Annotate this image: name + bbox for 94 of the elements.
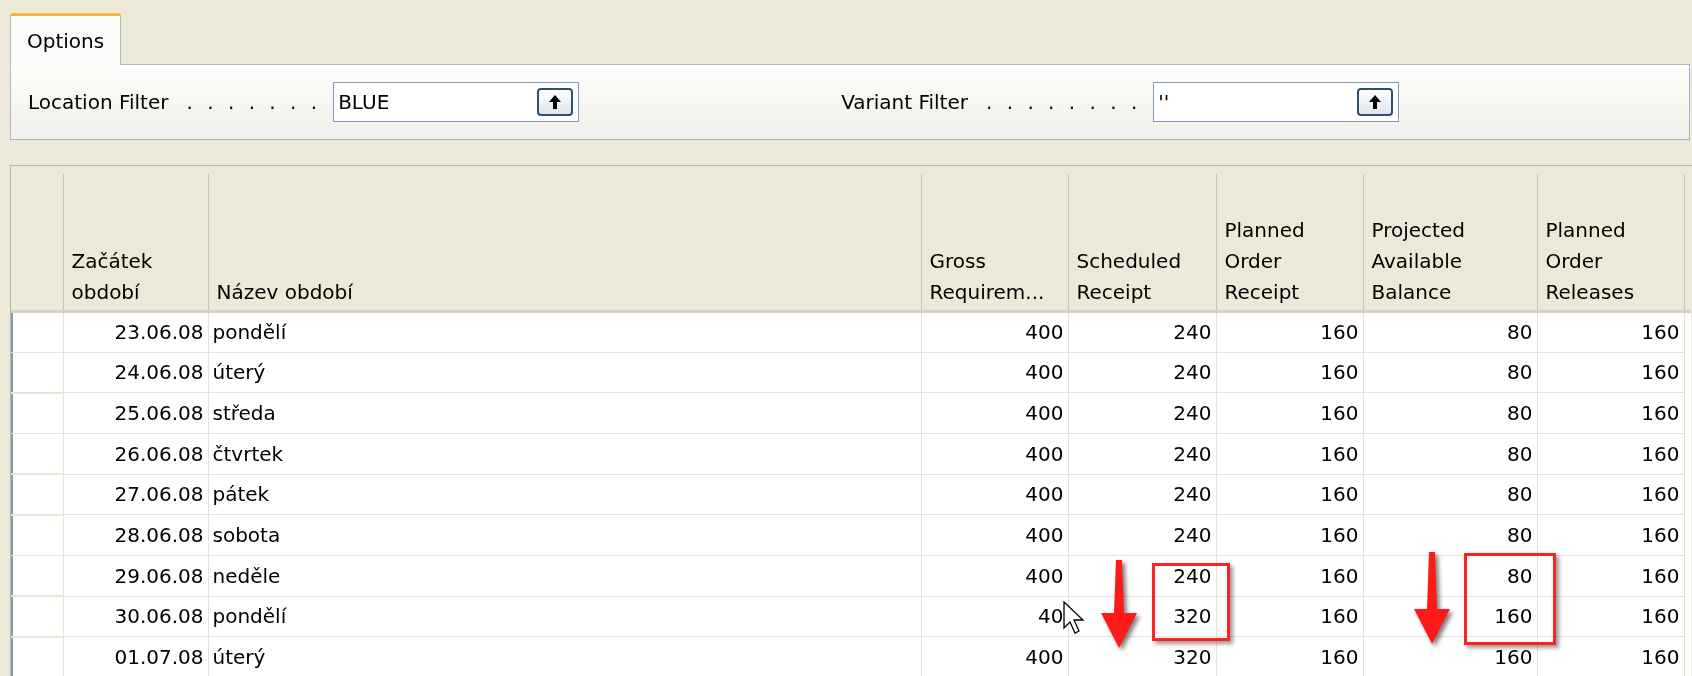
table-cell: 27.06.08 xyxy=(114,482,204,507)
table-cell: 240 xyxy=(1173,320,1212,344)
table-cell: 160 xyxy=(1320,482,1359,507)
table-cell: středa xyxy=(212,401,276,426)
table-cell: 80 xyxy=(1507,441,1533,466)
filter-field[interactable]: '' xyxy=(1153,82,1400,122)
row-selector[interactable] xyxy=(11,474,63,514)
row-selector[interactable] xyxy=(11,596,63,636)
row-selector[interactable] xyxy=(11,637,63,676)
column-header: Scheduled Receipt xyxy=(1076,247,1183,306)
table-cell: 160 xyxy=(1641,401,1680,426)
table-cell: 240 xyxy=(1173,441,1212,466)
row-selector[interactable] xyxy=(11,515,63,555)
table-cell: 400 xyxy=(1025,645,1064,670)
leader-dots: . . . . . . . . xyxy=(985,89,1142,116)
table-cell: 160 xyxy=(1641,563,1680,588)
table-cell: 160 xyxy=(1320,645,1359,670)
table-cell: 320 xyxy=(1173,604,1212,629)
table-cell: čtvrtek xyxy=(212,441,284,466)
table-cell: 25.06.08 xyxy=(114,401,204,426)
row-selector[interactable] xyxy=(11,393,63,433)
down-arrow-icon xyxy=(1100,560,1138,648)
table-cell: 320 xyxy=(1173,645,1212,670)
table-cell: 160 xyxy=(1641,482,1680,507)
row-selector[interactable] xyxy=(11,556,63,596)
table-cell: 01.07.08 xyxy=(114,645,204,670)
filter-label: Variant Filter xyxy=(841,89,968,116)
table-cell: 160 xyxy=(1320,401,1359,426)
column-header: Planned Order Receipt xyxy=(1224,216,1306,306)
table-cell: 80 xyxy=(1507,482,1533,507)
table-cell: 160 xyxy=(1641,320,1680,344)
column-header: Projected Available Balance xyxy=(1371,216,1466,306)
field-value: BLUE xyxy=(338,89,390,116)
table-cell: pondělí xyxy=(212,320,287,344)
table-cell: 160 xyxy=(1320,523,1359,548)
field-value: '' xyxy=(1158,89,1170,116)
table-cell: 80 xyxy=(1507,563,1533,588)
table-cell: 160 xyxy=(1320,563,1359,588)
row-selector[interactable] xyxy=(11,434,63,474)
table-cell: 160 xyxy=(1641,604,1680,629)
table-cell: 240 xyxy=(1173,401,1212,426)
table-cell: 80 xyxy=(1507,320,1533,344)
table-cell: 160 xyxy=(1641,523,1680,548)
table-cell: 160 xyxy=(1494,645,1533,670)
lookup-button[interactable] xyxy=(537,88,574,116)
filter-field[interactable]: BLUE xyxy=(333,82,580,122)
table-cell: 240 xyxy=(1173,523,1212,548)
column-header: Název období xyxy=(216,278,353,306)
table-cell: 160 xyxy=(1320,604,1359,629)
table-cell: 400 xyxy=(1025,360,1064,385)
table-cell: pátek xyxy=(212,482,270,507)
table-cell: 160 xyxy=(1320,320,1359,344)
row-selector[interactable] xyxy=(11,312,63,352)
table-cell: 400 xyxy=(1025,401,1064,426)
table-cell: 160 xyxy=(1641,360,1680,385)
up-arrow-icon xyxy=(549,95,562,109)
table-cell: 40 xyxy=(1038,604,1064,629)
table-cell: 26.06.08 xyxy=(114,441,204,466)
options-tab[interactable]: Options xyxy=(10,13,122,65)
table-cell: 400 xyxy=(1025,320,1064,344)
table-cell: 400 xyxy=(1025,441,1064,466)
table-cell: 160 xyxy=(1494,604,1533,629)
table-cell: 80 xyxy=(1507,401,1533,426)
table-cell: 400 xyxy=(1025,523,1064,548)
table-cell: 400 xyxy=(1025,482,1064,507)
leader-dots: . . . . . . . xyxy=(186,89,322,116)
table-cell: 24.06.08 xyxy=(114,360,204,385)
table-cell: 160 xyxy=(1641,645,1680,670)
table-cell: pondělí xyxy=(212,604,287,629)
table-cell: 160 xyxy=(1320,441,1359,466)
table-cell: 240 xyxy=(1173,360,1212,385)
table-cell: 23.06.08 xyxy=(114,320,204,344)
column-header: Gross Requirem... xyxy=(929,247,1046,306)
lookup-button[interactable] xyxy=(1357,88,1394,116)
table-cell: 160 xyxy=(1641,441,1680,466)
table-cell: 160 xyxy=(1320,360,1359,385)
table-cell: sobota xyxy=(212,523,281,548)
table-cell: 29.06.08 xyxy=(114,563,204,588)
table-cell: 28.06.08 xyxy=(114,523,204,548)
table-cell: úterý xyxy=(212,645,266,670)
up-arrow-icon xyxy=(1369,95,1382,109)
table-cell: 240 xyxy=(1173,482,1212,507)
table-cell: 80 xyxy=(1507,523,1533,548)
down-arrow-icon xyxy=(1413,552,1451,644)
table-cell: 30.06.08 xyxy=(114,604,204,629)
table-cell: neděle xyxy=(212,563,281,588)
row-selector[interactable] xyxy=(11,352,63,392)
column-header: Planned Order Releases xyxy=(1545,216,1636,306)
table-cell: úterý xyxy=(212,360,266,385)
table-cell: 80 xyxy=(1507,360,1533,385)
table-cell: 240 xyxy=(1173,563,1212,588)
filter-label: Location Filter xyxy=(28,89,169,116)
table-cell: 400 xyxy=(1025,563,1064,588)
column-header: Začátek období xyxy=(71,247,154,306)
